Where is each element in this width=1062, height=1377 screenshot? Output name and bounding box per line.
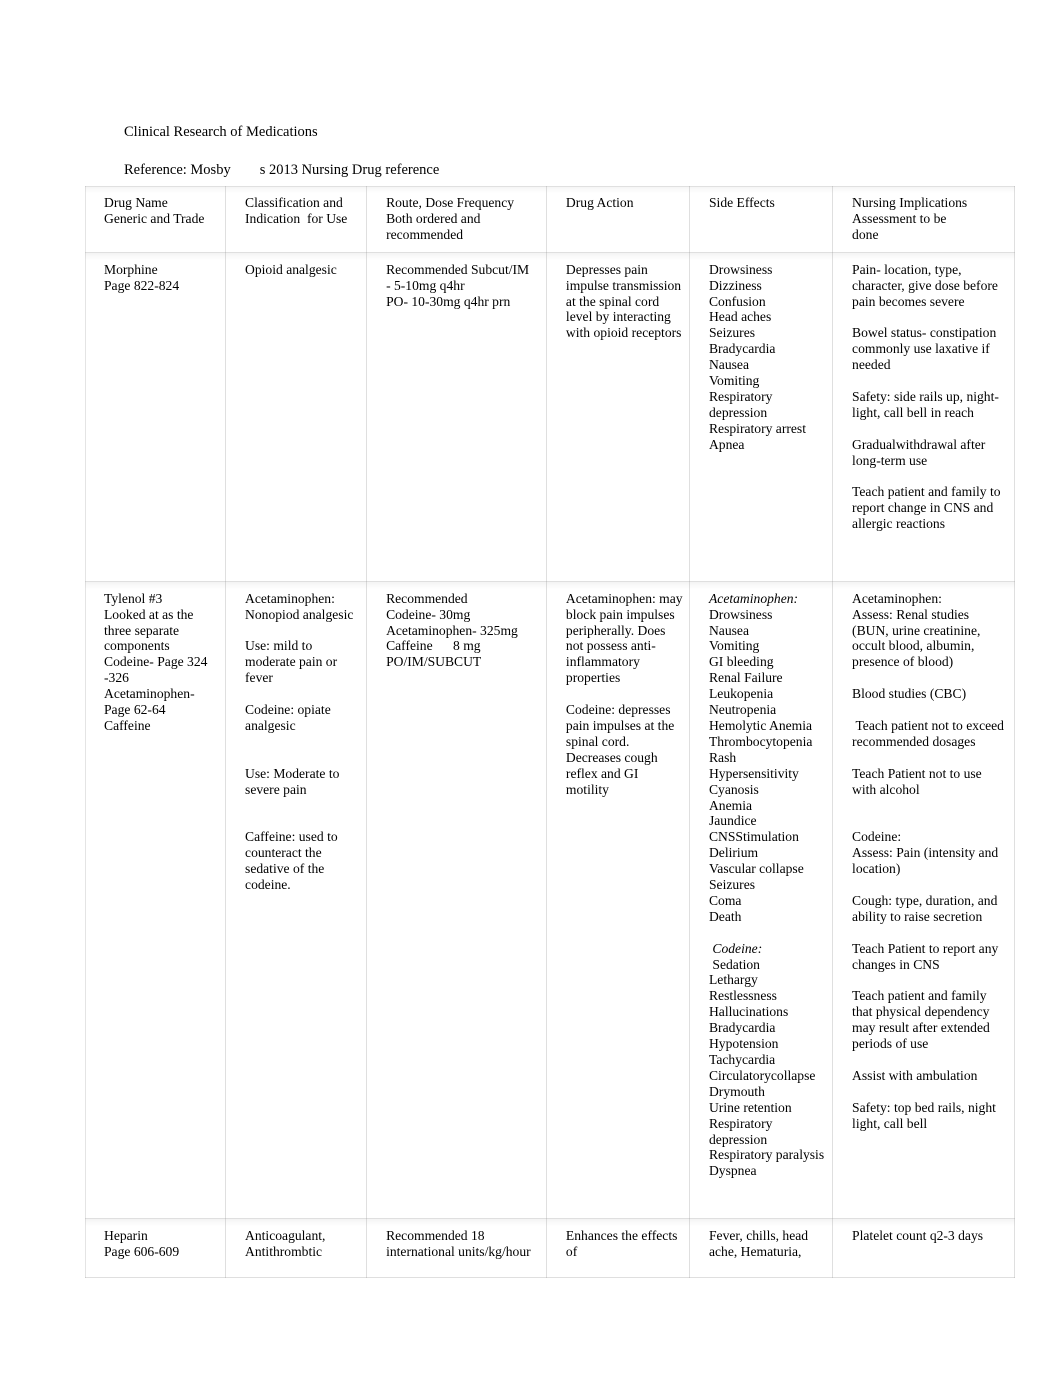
cell-route-dose: Recommended Subcut/IM - 5-10mg q4hr PO- … <box>367 253 547 582</box>
side-effects-list-acetaminophen: Drowsiness Nausea Vomiting GI bleeding R… <box>708 606 813 924</box>
table-header-row: Drug Name Generic and Trade Classificati… <box>85 186 1015 253</box>
cell-classification: Acetaminophen: Nonopiod analgesic Use: m… <box>226 582 367 1219</box>
cell-classification: Opioid analgesic <box>226 253 367 582</box>
document-reference: Reference: Mosby s 2013 Nursing Drug ref… <box>124 162 440 178</box>
cell-side-effects: Acetaminophen: Drowsiness Nausea Vomitin… <box>690 582 833 1219</box>
column-header-side-effects: Side Effects <box>690 186 833 253</box>
cell-nursing-implications: Pain- location, type, character, give do… <box>833 253 1015 582</box>
column-header-classification: Classification and Indication for Use <box>226 186 367 253</box>
cell-classification: Anticoagulant, Antithrombtic <box>226 1219 367 1278</box>
table-row: Tylenol #3 Looked at as the three separa… <box>85 582 1015 1219</box>
medications-table: Drug Name Generic and Trade Classificati… <box>85 186 1015 1278</box>
cell-nursing-implications: Acetaminophen: Assess: Renal studies (BU… <box>833 582 1015 1219</box>
column-header-drug-name: Drug Name Generic and Trade <box>85 186 226 253</box>
side-effects-heading-acetaminophen: Acetaminophen: <box>708 590 799 606</box>
side-effects-list-codeine: Sedation Lethargy Restlessness Hallucina… <box>708 956 825 1179</box>
cell-drug-name: Morphine Page 822-824 <box>85 253 226 582</box>
cell-drug-name: Heparin Page 606-609 <box>85 1219 226 1278</box>
column-header-nursing-implications: Nursing Implications Assessment to be do… <box>833 186 1015 253</box>
cell-nursing-implications: Platelet count q2-3 days <box>833 1219 1015 1278</box>
document-page: Clinical Research of Medications Referen… <box>0 0 1062 1377</box>
table-row: Morphine Page 822-824 Opioid analgesic R… <box>85 253 1015 582</box>
column-header-route-dose: Route, Dose Frequency Both ordered and r… <box>367 186 547 253</box>
column-header-drug-action: Drug Action <box>547 186 690 253</box>
cell-route-dose: Recommended Codeine- 30mg Acetaminophen-… <box>367 582 547 1219</box>
cell-route-dose: Recommended 18 international units/kg/ho… <box>367 1219 547 1278</box>
side-effects-heading-codeine: Codeine: <box>708 940 763 956</box>
cell-drug-action: Acetaminophen: may block pain impulses p… <box>547 582 690 1219</box>
cell-drug-action: Depresses pain impulse transmission at t… <box>547 253 690 582</box>
cell-side-effects: Drowsiness Dizziness Confusion Head ache… <box>690 253 833 582</box>
cell-side-effects: Fever, chills, head ache, Hematuria, <box>690 1219 833 1278</box>
cell-drug-name: Tylenol #3 Looked at as the three separa… <box>85 582 226 1219</box>
cell-drug-action: Enhances the effects of <box>547 1219 690 1278</box>
table-row: Heparin Page 606-609 Anticoagulant, Anti… <box>85 1219 1015 1278</box>
page-title: Clinical Research of Medications <box>124 124 318 140</box>
